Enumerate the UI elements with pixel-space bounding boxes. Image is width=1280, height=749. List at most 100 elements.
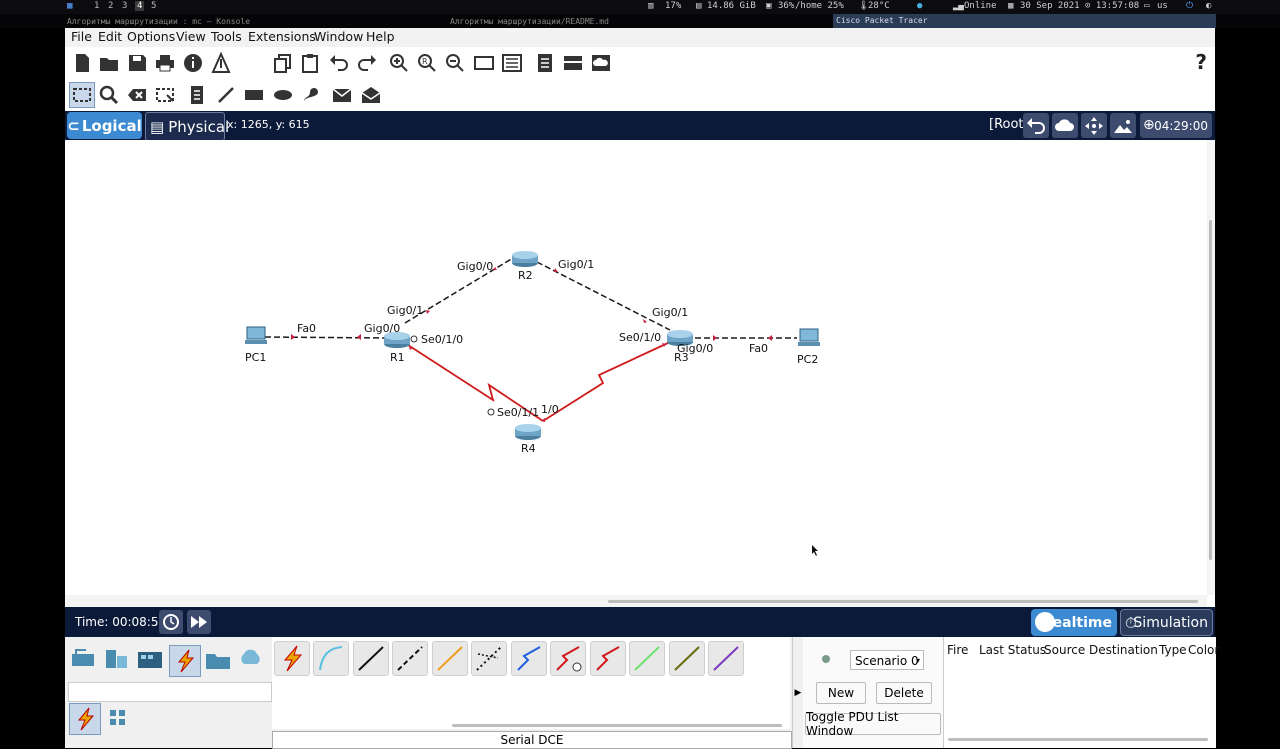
scenario-select[interactable]: Scenario 0 ▾ <box>850 650 924 670</box>
network-devices-icon[interactable] <box>69 645 99 675</box>
panel-expand-icon[interactable]: ▶ <box>792 637 803 748</box>
cloud-icon[interactable] <box>590 52 612 74</box>
select-icon[interactable] <box>69 82 95 108</box>
col-type[interactable]: Type <box>1159 643 1187 657</box>
menu-help[interactable]: Help <box>366 29 395 44</box>
activity-wizard-icon[interactable] <box>210 52 232 74</box>
app-title[interactable]: Cisco Packet Tracer <box>833 14 1216 28</box>
col-color[interactable]: Color <box>1188 643 1219 657</box>
device-r2[interactable] <box>512 251 538 267</box>
device-pc1[interactable] <box>245 326 267 344</box>
new-file-icon[interactable] <box>71 52 93 74</box>
delete-icon[interactable] <box>126 84 148 106</box>
open-folder-icon[interactable] <box>98 52 120 74</box>
menu-tools[interactable]: Tools <box>211 29 242 44</box>
cable-octal-icon[interactable] <box>629 641 665 676</box>
undo-icon[interactable] <box>328 52 350 74</box>
workspace-4[interactable]: 4 <box>135 1 145 11</box>
realtime-button[interactable]: Realtime <box>1031 609 1117 636</box>
device-search-field[interactable] <box>68 682 272 702</box>
zoom-out-icon[interactable] <box>444 52 466 74</box>
paste-icon[interactable] <box>299 52 321 74</box>
device-pc2[interactable] <box>798 328 820 346</box>
draw-ellipse-icon[interactable] <box>272 84 294 106</box>
cable-console-icon[interactable] <box>313 641 349 676</box>
workspace-3[interactable]: 3 <box>122 1 127 11</box>
horizontal-scroll-thumb[interactable] <box>608 600 1198 603</box>
editor-title[interactable]: Алгоритмы маршрутизации/README.md <box>450 17 609 26</box>
cable-coaxial-icon[interactable] <box>511 641 547 676</box>
link-pc1-r1[interactable] <box>264 336 389 339</box>
draw-line-icon[interactable] <box>215 84 237 106</box>
save-icon[interactable] <box>126 52 148 74</box>
tab-physical[interactable]: ▤ Physical <box>145 112 229 141</box>
grid-subcategory-icon[interactable] <box>103 703 133 733</box>
move-object-icon[interactable] <box>1081 113 1107 138</box>
copy-icon[interactable] <box>272 52 294 74</box>
col-source[interactable]: Source <box>1044 643 1085 657</box>
palette-icon[interactable]: ● <box>917 1 922 11</box>
toggle-pdu-list-button[interactable]: Toggle PDU List Window <box>805 710 941 738</box>
simulation-button[interactable]: ⏱ Simulation <box>1120 609 1213 636</box>
drawing-palette-icon[interactable] <box>473 52 495 74</box>
device-template-icon[interactable] <box>562 52 584 74</box>
print-icon[interactable] <box>154 52 176 74</box>
cluster-cloud-icon[interactable] <box>1052 113 1078 138</box>
workspace-1[interactable]: 1 <box>94 1 99 11</box>
device-r4[interactable] <box>515 424 541 440</box>
fast-forward-icon[interactable] <box>187 610 211 634</box>
place-note-icon[interactable] <box>186 84 208 106</box>
redo-icon[interactable] <box>356 52 378 74</box>
tab-logical[interactable]: ⊂ Logical <box>67 112 142 139</box>
app-menu-icon[interactable]: ▦ <box>67 1 72 11</box>
cable-crossover-icon[interactable] <box>392 641 428 676</box>
workspace-2[interactable]: 2 <box>108 1 113 11</box>
cable-fiber-icon[interactable] <box>432 641 468 676</box>
col-destination[interactable]: Destination <box>1089 643 1158 657</box>
cable-serial-dce-icon[interactable] <box>550 641 586 676</box>
settings-icon[interactable]: ◐ <box>1206 1 1211 11</box>
back-icon[interactable] <box>1023 113 1049 138</box>
draw-rectangle-icon[interactable] <box>243 84 265 106</box>
link-r4-r3-serial[interactable] <box>542 342 669 422</box>
miscellaneous-icon[interactable] <box>203 645 233 675</box>
notes-icon[interactable] <box>534 52 556 74</box>
cable-serial-dte-icon[interactable] <box>590 641 626 676</box>
vertical-scroll-thumb[interactable] <box>1209 220 1212 560</box>
info-icon[interactable] <box>182 52 204 74</box>
col-last-status[interactable]: Last Status <box>979 643 1046 657</box>
cable-automatic-icon[interactable] <box>274 641 310 676</box>
cable-straight-icon[interactable] <box>353 641 389 676</box>
freeform-icon[interactable] <box>300 84 322 106</box>
cable-phone-icon[interactable] <box>471 641 507 676</box>
workspace-5[interactable]: 5 <box>151 1 156 11</box>
link-r2-r3[interactable] <box>536 261 671 331</box>
power-cycle-icon[interactable] <box>159 610 183 634</box>
menu-options[interactable]: Options <box>127 29 175 44</box>
pdu-scroll-thumb[interactable] <box>948 738 1208 741</box>
cable-scroll-thumb[interactable] <box>452 724 782 727</box>
new-scenario-button[interactable]: New <box>816 682 866 704</box>
col-fire[interactable]: Fire <box>947 643 968 657</box>
custom-device-icon[interactable] <box>501 52 523 74</box>
add-complex-pdu-icon[interactable] <box>360 84 382 106</box>
end-devices-icon[interactable] <box>101 645 131 675</box>
menu-view[interactable]: View <box>176 29 206 44</box>
help-icon[interactable]: ? <box>1195 50 1207 74</box>
menu-window[interactable]: Window <box>314 29 363 44</box>
connections-icon[interactable] <box>169 645 201 677</box>
resize-shape-icon[interactable] <box>154 84 176 106</box>
zoom-reset-icon[interactable]: R <box>416 52 438 74</box>
multiuser-icon[interactable] <box>237 645 267 675</box>
menu-file[interactable]: File <box>71 29 92 44</box>
add-simple-pdu-icon[interactable] <box>331 84 353 106</box>
cable-iot-icon[interactable] <box>669 641 705 676</box>
viewport-clock[interactable]: ⊕ 04:29:00 <box>1140 113 1212 138</box>
inspect-icon[interactable] <box>98 84 120 106</box>
logical-workspace[interactable]: PC1 PC2 R1 R2 R3 R4 Fa0 Gig0/0 Gig0/1 Se… <box>65 140 1215 607</box>
cable-usb-icon[interactable] <box>708 641 744 676</box>
topology-diagram[interactable]: PC1 PC2 R1 R2 R3 R4 Fa0 Gig0/0 Gig0/1 Se… <box>65 140 1207 595</box>
konsole-title[interactable]: Алгоритмы маршрутизации : mc — Konsole <box>67 17 250 26</box>
connections-subcategory-icon[interactable] <box>69 703 101 735</box>
delete-scenario-button[interactable]: Delete <box>876 682 932 704</box>
